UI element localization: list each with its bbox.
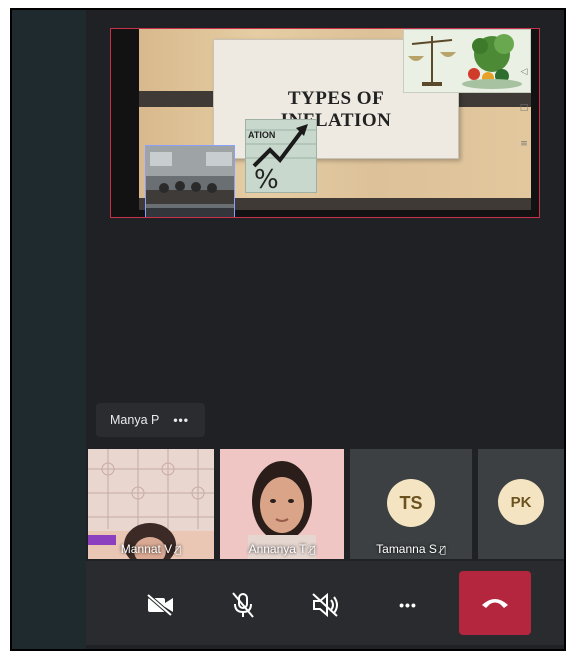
mic-off-icon: 🎙̸ (309, 545, 316, 556)
avatar-initials: TS (399, 492, 423, 513)
participant-tile[interactable]: Mannat V 🎙̸ (88, 449, 214, 559)
slide-stripe-left (139, 91, 221, 107)
speaker-off-icon (312, 592, 338, 618)
pinned-participant-label[interactable]: Manya P ••• (96, 403, 205, 437)
participant-tile[interactable]: Annanya T 🎙̸ (220, 449, 344, 559)
percent-chart-image: ATION % (245, 119, 317, 193)
background-app-strip (12, 10, 86, 649)
participant-label: Annanya T 🎙̸ (220, 542, 344, 556)
call-control-bar: ••• (86, 561, 564, 649)
meeting-main-area: TYPES OF INFLATION ATION % ◁ □ ≡ Manya P… (86, 10, 564, 649)
self-view-video[interactable] (145, 145, 235, 217)
avatar-initials: PK (510, 493, 532, 511)
participant-name: Annanya T (248, 542, 307, 556)
share-side-controls: ◁ □ ≡ (517, 67, 531, 175)
menu-nav-icon[interactable]: ≡ (517, 139, 531, 149)
home-nav-icon[interactable]: □ (517, 103, 531, 113)
mic-toggle-button[interactable] (221, 583, 265, 627)
more-options-icon: ••• (399, 597, 417, 613)
speaker-toggle-button[interactable] (303, 583, 347, 627)
camera-toggle-button[interactable] (138, 583, 182, 627)
screen-share-view[interactable]: TYPES OF INFLATION ATION % ◁ □ ≡ (110, 28, 540, 218)
participant-label: Tamanna S 🎙̸ (350, 542, 472, 556)
balance-scale-image (403, 29, 531, 93)
end-call-button[interactable] (459, 571, 531, 635)
percent-image-caption: ATION (248, 130, 275, 140)
mic-off-icon (232, 592, 254, 618)
participant-name: Mannat V (120, 542, 173, 556)
more-options-icon[interactable]: ••• (173, 413, 189, 427)
pinned-participant-name: Manya P (110, 413, 160, 427)
participant-avatar: PK (498, 479, 544, 525)
video-off-icon (146, 593, 173, 617)
back-nav-icon[interactable]: ◁ (517, 67, 531, 77)
control-bar-bottom-edge (86, 645, 564, 649)
meeting-window: TYPES OF INFLATION ATION % ◁ □ ≡ Manya P… (10, 8, 566, 651)
hang-up-icon (482, 599, 508, 608)
mic-off-icon: 🎙̸ (439, 545, 446, 556)
participant-avatar: TS (387, 479, 435, 527)
participant-tile[interactable]: TS Tamanna S 🎙̸ (350, 449, 472, 559)
mic-off-icon: 🎙̸ (175, 545, 182, 556)
more-options-button[interactable]: ••• (386, 583, 430, 627)
participant-label: Mannat V 🎙̸ (88, 542, 214, 556)
participant-tile[interactable]: PK (478, 449, 564, 559)
participant-name: Tamanna S (376, 542, 437, 556)
percent-symbol: % (254, 165, 279, 192)
